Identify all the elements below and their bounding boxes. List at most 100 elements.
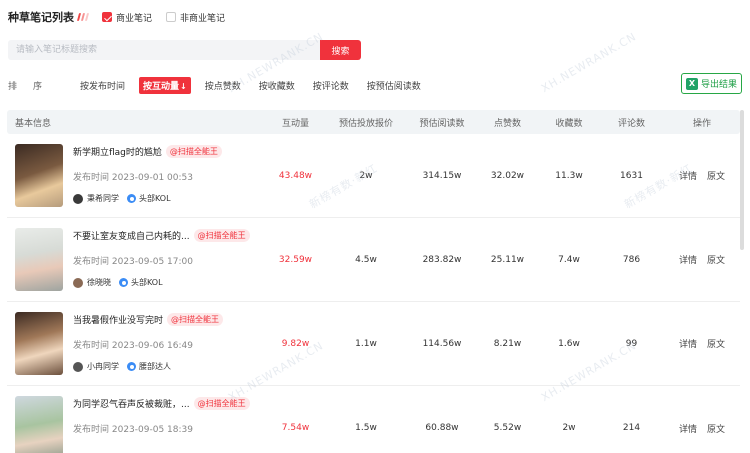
likes-value: 32.02w: [490, 170, 525, 181]
likes-value: 8.21w: [493, 338, 522, 349]
source-link[interactable]: 原文: [707, 422, 725, 435]
title-decoration: [76, 13, 90, 21]
price-value: 1.5w: [355, 423, 377, 433]
detail-link[interactable]: 详情: [679, 422, 697, 435]
header-favorites: 收藏数: [555, 118, 583, 129]
interactions-value: 32.59w: [278, 254, 313, 265]
comments-value: 214: [622, 423, 641, 433]
header-basic-info: 基本信息: [15, 118, 52, 129]
search-button[interactable]: 搜索: [320, 40, 361, 60]
note-thumbnail[interactable]: [15, 228, 63, 291]
header-likes: 点赞数: [493, 118, 521, 129]
interactions-value: 9.82w: [281, 338, 310, 349]
kol-level-icon: [119, 278, 128, 287]
header-bar: 种草笔记列表 商业笔记 非商业笔记: [8, 8, 225, 26]
publish-time: 发布时间 2023-09-05 17:00: [73, 257, 193, 267]
price-value: 2w: [359, 170, 373, 181]
filter-noncommercial-label: 非商业笔记: [180, 13, 226, 24]
sort-by-reads[interactable]: 按预估阅读数: [363, 77, 425, 94]
export-button[interactable]: X 导出结果: [681, 73, 742, 94]
author-name[interactable]: 徐晓晓: [87, 277, 111, 288]
author-name[interactable]: 秉希同学: [87, 193, 119, 204]
kol-level-icon: [127, 362, 136, 371]
sort-bar: 排序 按发布时间 按互动量↓ 按点赞数 按收藏数 按评论数 按预估阅读数 X 导…: [8, 73, 744, 94]
sort-desc-arrow-icon: ↓: [180, 82, 187, 91]
source-link[interactable]: 原文: [707, 337, 725, 350]
table-row: 当我暑假作业没写完时 @扫描全能王 发布时间 2023-09-06 16:49 …: [7, 302, 740, 386]
search-input[interactable]: [8, 40, 320, 60]
excel-icon: X: [685, 77, 698, 90]
row-actions: 详情 原文: [664, 422, 740, 435]
note-thumbnail[interactable]: [15, 144, 63, 207]
sort-by-comments[interactable]: 按评论数: [309, 77, 353, 94]
sort-by-interactions-label: 按互动量: [143, 82, 180, 92]
header-interactions: 互动量: [281, 118, 309, 129]
favorites-value: 11.3w: [555, 170, 583, 181]
header-actions: 操作: [692, 118, 711, 129]
avatar: [73, 361, 83, 372]
brand-tag: @扫描全能王: [193, 396, 250, 410]
source-link[interactable]: 原文: [707, 253, 725, 266]
detail-link[interactable]: 详情: [679, 253, 697, 266]
note-title[interactable]: 当我暑假作业没写完时: [73, 313, 163, 326]
sort-by-interactions[interactable]: 按互动量↓: [139, 77, 191, 94]
note-title[interactable]: 不要让室友变成自己内耗的...: [73, 229, 190, 242]
header-price: 预估投放报价: [338, 118, 393, 129]
favorites-value: 7.4w: [558, 254, 580, 265]
table-row: 新学期立flag时的尴尬 @扫描全能王 发布时间 2023-09-01 00:5…: [7, 134, 740, 218]
filter-noncommercial-checkbox[interactable]: 非商业笔记: [166, 11, 225, 24]
basic-info-cell: 为同学忍气吞声反被裁赃，... @扫描全能王 发布时间 2023-09-05 1…: [7, 386, 267, 453]
note-title[interactable]: 为同学忍气吞声反被裁赃，...: [73, 397, 190, 410]
comments-value: 1631: [620, 170, 643, 181]
brand-tag: @扫描全能王: [165, 144, 222, 158]
filter-commercial-checkbox[interactable]: 商业笔记: [102, 11, 152, 24]
scrollbar[interactable]: [740, 110, 744, 250]
reads-value: 314.15w: [422, 170, 462, 181]
detail-link[interactable]: 详情: [679, 337, 697, 350]
price-value: 1.1w: [355, 338, 377, 349]
sort-by-likes[interactable]: 按点赞数: [201, 77, 245, 94]
publish-time: 发布时间 2023-09-01 00:53: [73, 173, 193, 183]
search-row: 搜索: [8, 40, 361, 60]
basic-info-cell: 当我暑假作业没写完时 @扫描全能王 发布时间 2023-09-06 16:49 …: [7, 302, 267, 385]
note-thumbnail[interactable]: [15, 312, 63, 375]
brand-tag: @扫描全能王: [193, 228, 250, 242]
author-name[interactable]: 小冉同学: [87, 361, 119, 372]
favorites-value: 1.6w: [558, 338, 580, 349]
checkbox-checked-icon[interactable]: [102, 12, 112, 22]
table-header: 基本信息 互动量 预估投放报价 预估阅读数 点赞数 收藏数 评论数 操作: [7, 110, 740, 134]
export-label: 导出结果: [700, 80, 737, 90]
row-actions: 详情 原文: [664, 337, 740, 350]
note-thumbnail[interactable]: [15, 396, 63, 453]
avatar: [73, 277, 83, 288]
reads-value: 114.56w: [422, 338, 462, 349]
kol-level: 头部KOL: [131, 278, 163, 287]
row-actions: 详情 原文: [664, 253, 740, 266]
sort-by-favorites[interactable]: 按收藏数: [255, 77, 299, 94]
sort-label: 排序: [8, 82, 59, 92]
source-link[interactable]: 原文: [707, 169, 725, 182]
table-row: 为同学忍气吞声反被裁赃，... @扫描全能王 发布时间 2023-09-05 1…: [7, 386, 740, 453]
note-title[interactable]: 新学期立flag时的尴尬: [73, 145, 162, 158]
likes-value: 25.11w: [490, 254, 525, 265]
header-comments: 评论数: [617, 118, 645, 129]
publish-time: 发布时间 2023-09-05 18:39: [73, 425, 193, 435]
price-value: 4.5w: [355, 254, 377, 265]
kol-level-icon: [127, 194, 136, 203]
basic-info-cell: 不要让室友变成自己内耗的... @扫描全能王 发布时间 2023-09-05 1…: [7, 218, 267, 301]
comments-value: 786: [622, 254, 641, 265]
brand-tag: @扫描全能王: [167, 312, 224, 326]
detail-link[interactable]: 详情: [679, 169, 697, 182]
publish-time: 发布时间 2023-09-06 16:49: [73, 341, 193, 351]
checkbox-unchecked-icon[interactable]: [166, 12, 177, 22]
filter-commercial-label: 商业笔记: [116, 13, 153, 24]
kol-level: 头部KOL: [139, 194, 171, 203]
header-reads: 预估阅读数: [419, 118, 465, 129]
reads-value: 283.82w: [422, 254, 462, 265]
sort-by-pubtime[interactable]: 按发布时间: [76, 77, 129, 94]
table-row: 不要让室友变成自己内耗的... @扫描全能王 发布时间 2023-09-05 1…: [7, 218, 740, 302]
interactions-value: 43.48w: [278, 170, 313, 181]
basic-info-cell: 新学期立flag时的尴尬 @扫描全能王 发布时间 2023-09-01 00:5…: [7, 134, 267, 217]
avatar: [73, 193, 83, 204]
interactions-value: 7.54w: [281, 423, 310, 433]
